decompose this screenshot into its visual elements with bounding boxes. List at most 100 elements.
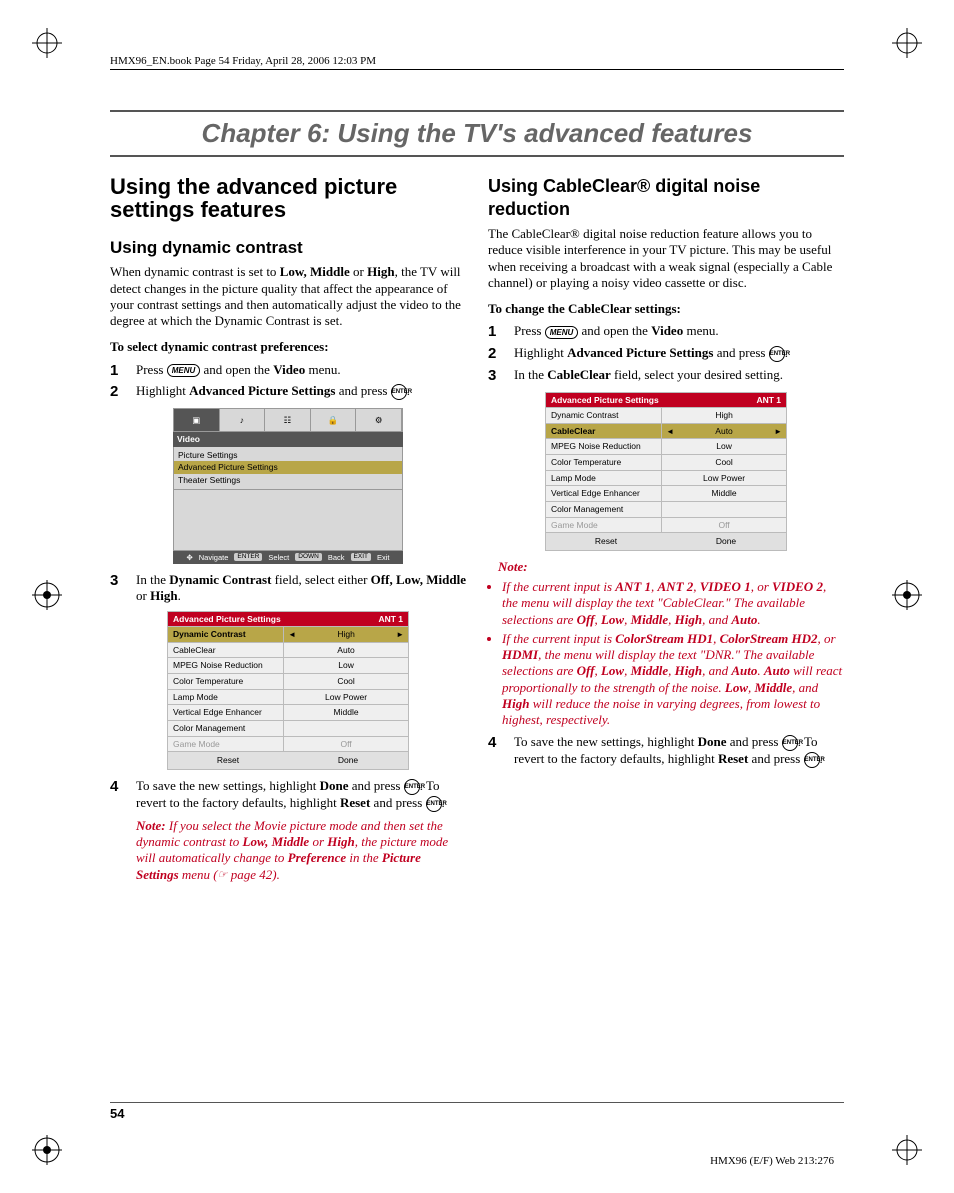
enter-key-icon: ENTER [234, 553, 262, 561]
table-tag: ANT 1 [756, 395, 781, 406]
left-column: Using the advanced picture settings feat… [110, 175, 466, 887]
osd-spacer [173, 490, 403, 551]
step-text: Press MENU and open the Video menu. [136, 362, 466, 378]
table-row: Game ModeOff [546, 517, 786, 533]
note-bullet: If the current input is ColorStream HD1,… [502, 631, 844, 729]
osd-menu-label: Video [173, 432, 403, 447]
settings-table-left: Advanced Picture SettingsANT 1 Dynamic C… [167, 611, 409, 770]
step-number: 1 [488, 323, 504, 342]
registration-mark-icon [32, 580, 62, 610]
done-button: Done [288, 752, 408, 769]
menu-key-icon: MENU [167, 364, 201, 377]
steps-list: 4 To save the new settings, highlight Do… [488, 734, 844, 768]
table-tag: ANT 1 [378, 614, 403, 625]
page-number: 54 [110, 1106, 124, 1121]
arrow-right-icon: ► [396, 630, 404, 640]
enter-key-icon: ENTER [426, 796, 442, 812]
registration-mark-icon [32, 1135, 62, 1165]
enter-key-icon: ENTER [404, 779, 420, 795]
settings-table-right: Advanced Picture Settings ANT 1 Dynamic C… [545, 392, 787, 551]
footer-code: HMX96 (E/F) Web 213:276 [710, 1155, 834, 1167]
footer-rule [110, 1102, 844, 1103]
step-text: To save the new settings, highlight Done… [514, 734, 844, 768]
table-row: Color TemperatureCool [546, 454, 786, 470]
enter-key-icon: ENTER [391, 384, 407, 400]
note-bullet: If the current input is ANT 1, ANT 2, VI… [502, 579, 844, 628]
step-number: 4 [488, 734, 504, 753]
arrow-right-icon: ► [774, 427, 782, 437]
osd-tab-bar: ▣ ♪ ☷ 🔒 ⚙ [173, 408, 403, 432]
step-number: 3 [110, 572, 126, 591]
enter-key-icon: ENTER [804, 752, 820, 768]
table-row: Vertical Edge EnhancerMiddle [168, 704, 408, 720]
step-text: Press MENU and open the Video menu. [514, 323, 844, 339]
section-title: Using the advanced picture settings feat… [110, 175, 466, 221]
apps-tab-icon: ☷ [265, 409, 311, 431]
step-number: 2 [110, 383, 126, 402]
chapter-title: Chapter 6: Using the TV's advanced featu… [110, 110, 844, 157]
right-column: Using CableClear® digital noise reductio… [488, 175, 844, 887]
enter-key-icon: ENTER [769, 346, 785, 362]
note-label: Note: [498, 559, 844, 575]
table-row: Lamp ModeLow Power [546, 470, 786, 486]
table-row: Game ModeOff [168, 736, 408, 752]
back-key-icon: DOWN [295, 553, 322, 561]
steps-list: 3 In the Dynamic Contrast field, select … [110, 572, 466, 605]
osd-item: Theater Settings [174, 474, 402, 487]
table-row: CableClearAuto [168, 642, 408, 658]
step-number: 4 [110, 778, 126, 797]
done-button: Done [666, 533, 786, 550]
osd-item: Picture Settings [174, 449, 402, 462]
note-paragraph: Note: If you select the Movie picture mo… [136, 818, 466, 883]
table-row: Color Management [168, 720, 408, 736]
osd-footer: ✥Navigate ENTERSelect DOWNBack EXITExit [173, 551, 403, 564]
steps-list: 1 Press MENU and open the Video menu. 2 … [488, 323, 844, 385]
step-text: In the Dynamic Contrast field, select ei… [136, 572, 466, 605]
table-row: Lamp ModeLow Power [168, 689, 408, 705]
arrow-left-icon: ◄ [288, 630, 296, 640]
step-text: To save the new settings, highlight Done… [136, 778, 466, 812]
registration-mark-icon [32, 28, 62, 58]
step-text: Highlight Advanced Picture Settings and … [514, 345, 844, 362]
task-heading: To select dynamic contrast preferences: [110, 339, 466, 355]
reset-button: Reset [546, 533, 666, 550]
steps-list: 1 Press MENU and open the Video menu. 2 … [110, 362, 466, 403]
arrow-left-icon: ◄ [666, 427, 674, 437]
table-title: Advanced Picture Settings [551, 395, 659, 406]
lock-tab-icon: 🔒 [311, 409, 357, 431]
setup-tab-icon: ⚙ [356, 409, 402, 431]
registration-mark-icon [892, 1135, 922, 1165]
table-title: Advanced Picture Settings [173, 614, 281, 625]
video-tab-icon: ▣ [174, 409, 220, 431]
step-text: In the CableClear field, select your des… [514, 367, 844, 383]
osd-menu-list: Picture Settings Advanced Picture Settin… [173, 447, 403, 490]
table-row: Dynamic ContrastHigh [546, 407, 786, 423]
table-row: Color TemperatureCool [168, 673, 408, 689]
registration-mark-icon [892, 28, 922, 58]
step-text: Highlight Advanced Picture Settings and … [136, 383, 466, 400]
table-row: CableClearAuto◄► [546, 423, 786, 439]
table-row: MPEG Noise ReductionLow [546, 438, 786, 454]
table-row: Dynamic ContrastHigh◄► [168, 626, 408, 642]
nav-icon: ✥ [186, 553, 192, 562]
step-number: 2 [488, 345, 504, 364]
table-row: Vertical Edge EnhancerMiddle [546, 485, 786, 501]
pointer-icon: ☞ [218, 869, 228, 883]
osd-item-highlighted: Advanced Picture Settings [174, 461, 402, 474]
task-heading: To change the CableClear settings: [488, 301, 844, 317]
enter-key-icon: ENTER [782, 735, 798, 751]
page-header: HMX96_EN.book Page 54 Friday, April 28, … [110, 55, 844, 70]
subsection-title: Using CableClear® digital noise reductio… [488, 175, 844, 220]
intro-paragraph: When dynamic contrast is set to Low, Mid… [110, 264, 466, 329]
step-number: 1 [110, 362, 126, 381]
step-number: 3 [488, 367, 504, 386]
table-row: MPEG Noise ReductionLow [168, 657, 408, 673]
reset-button: Reset [168, 752, 288, 769]
manual-page: HMX96_EN.book Page 54 Friday, April 28, … [0, 0, 954, 1193]
note-bullets: If the current input is ANT 1, ANT 2, VI… [502, 579, 844, 728]
intro-paragraph: The CableClear® digital noise reduction … [488, 226, 844, 291]
table-row: Color Management [546, 501, 786, 517]
subsection-title: Using dynamic contrast [110, 237, 466, 258]
exit-key-icon: EXIT [351, 553, 371, 561]
menu-key-icon: MENU [545, 326, 579, 339]
